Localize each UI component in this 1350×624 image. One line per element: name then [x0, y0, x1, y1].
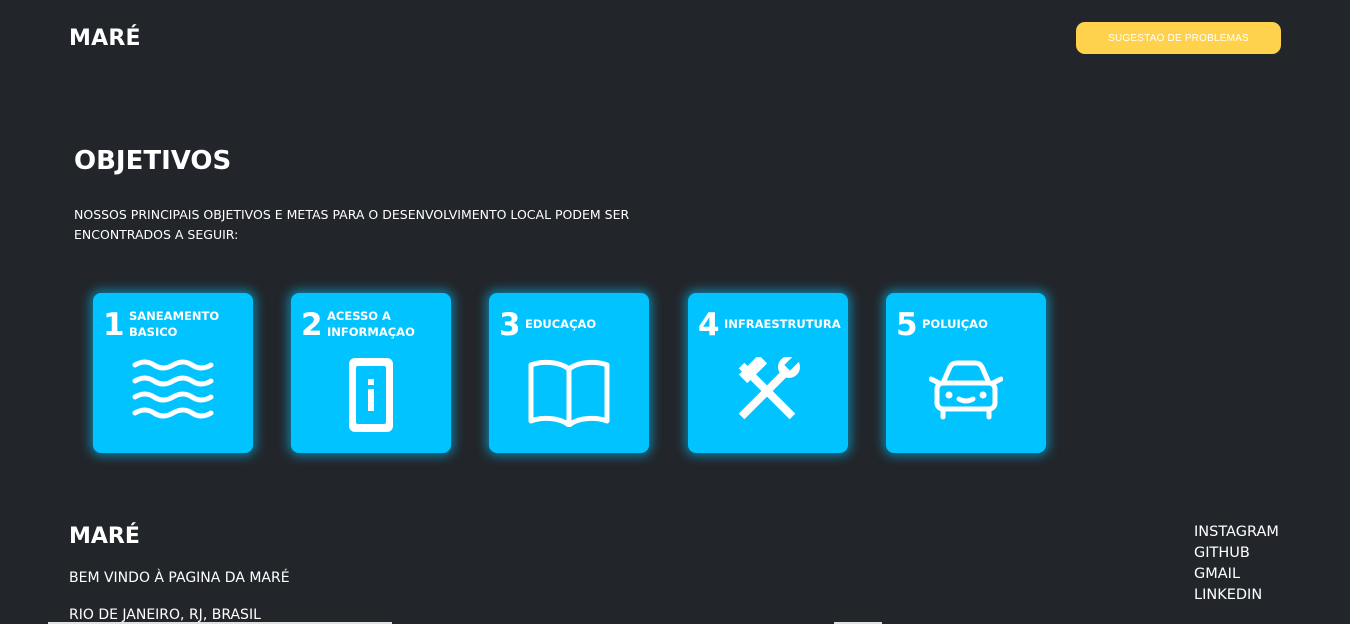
footer-brand: MARÉ — [69, 524, 140, 549]
objectives-title: OBJETIVOS — [74, 146, 232, 176]
instagram-link[interactable]: INSTAGRAM — [1194, 522, 1279, 543]
gmail-link[interactable]: GMAIL — [1194, 564, 1279, 585]
github-link[interactable]: GITHUB — [1194, 543, 1279, 564]
footer-location-text: RIO DE JANEIRO, RJ, BRASIL — [69, 607, 261, 623]
linkedin-link[interactable]: LINKEDIN — [1194, 585, 1279, 606]
objective-card-acesso-informacao[interactable]: 2 ACESSO A INFORMAÇAO — [291, 293, 451, 453]
card-label: POLUIÇAO — [922, 317, 988, 331]
card-number: 1 — [103, 307, 125, 343]
objective-card-saneamento[interactable]: 1 SANEAMENTO BASICO — [93, 293, 253, 453]
phone-info-icon — [291, 357, 451, 435]
book-icon — [489, 357, 649, 435]
suggest-problems-button[interactable]: SUGESTAO DE PROBLEMAS — [1076, 22, 1281, 54]
card-number: 3 — [499, 307, 521, 343]
card-label: SANEAMENTO BASICO — [129, 309, 220, 339]
card-label: ACESSO A INFORMAÇAO — [327, 309, 415, 339]
objective-card-infraestrutura[interactable]: 4 INFRAESTRUTURA — [688, 293, 848, 453]
waves-icon — [93, 357, 253, 435]
car-icon — [886, 357, 1046, 435]
card-label: INFRAESTRUTURA — [724, 317, 841, 331]
brand-logo[interactable]: MARÉ — [69, 26, 141, 51]
tools-icon — [688, 357, 848, 435]
objectives-description: NOSSOS PRINCIPAIS OBJETIVOS E METAS PARA… — [74, 207, 630, 242]
objective-card-poluicao[interactable]: 5 POLUIÇAO — [886, 293, 1046, 453]
card-number: 4 — [698, 307, 720, 343]
card-number: 5 — [896, 307, 918, 343]
card-number: 2 — [301, 307, 323, 343]
objective-card-educacao[interactable]: 3 EDUCAÇAO — [489, 293, 649, 453]
social-links: INSTAGRAM GITHUB GMAIL LINKEDIN — [1194, 522, 1279, 606]
footer-welcome-text: BEM VINDO À PAGINA DA MARÉ — [69, 570, 290, 586]
card-label: EDUCAÇAO — [525, 317, 597, 331]
